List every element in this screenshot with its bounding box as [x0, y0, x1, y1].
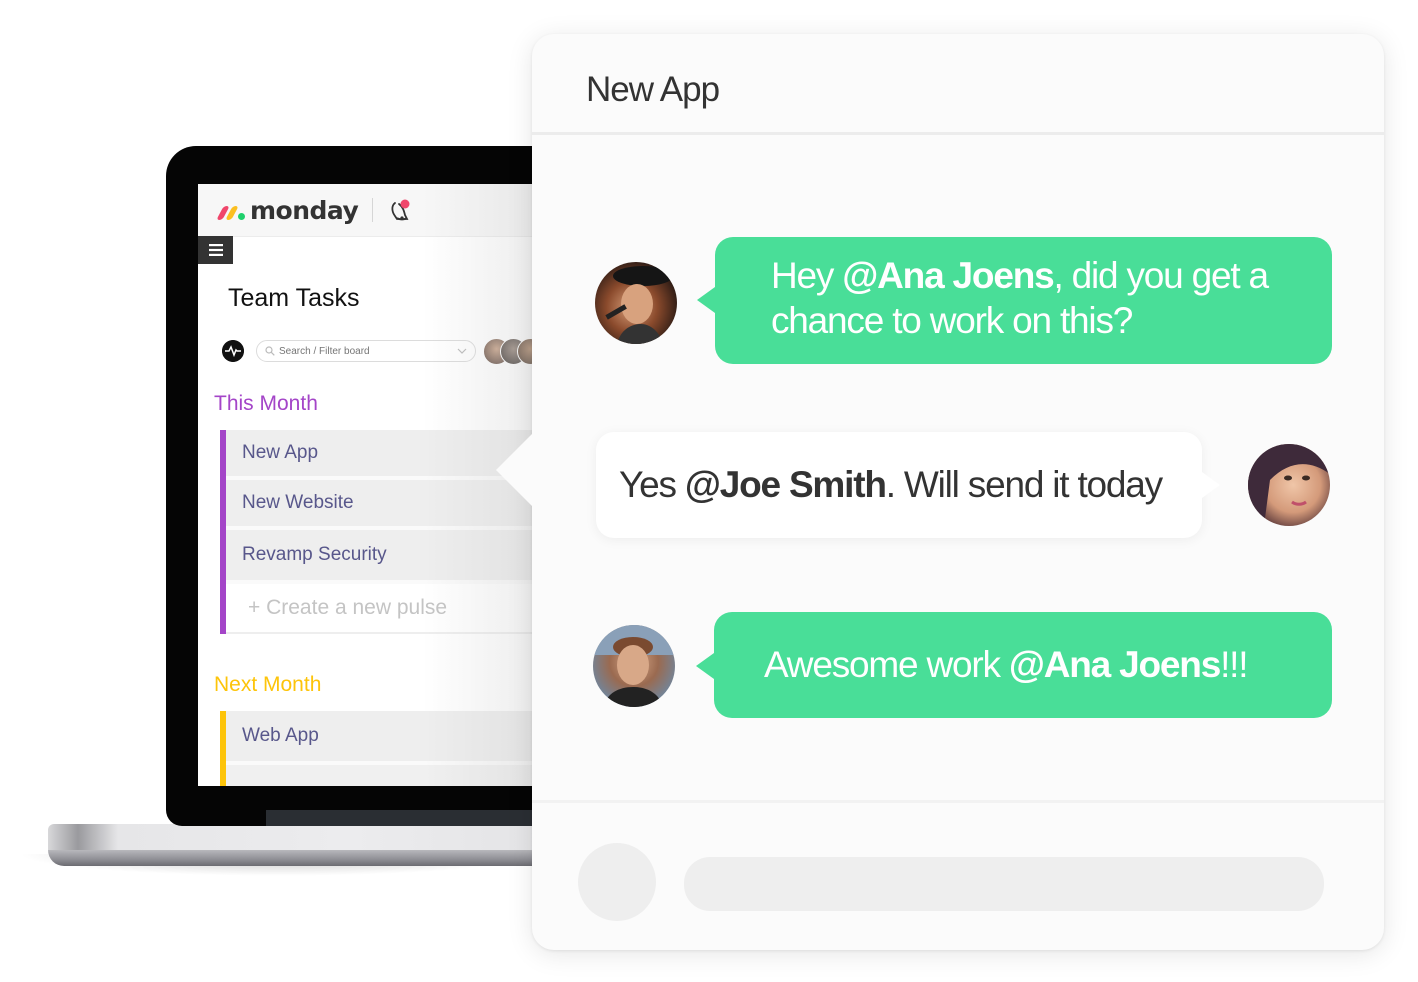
composer-area	[532, 800, 1384, 953]
task-name: New Website	[242, 492, 354, 513]
bubble-tail	[696, 653, 714, 679]
board-title: Team Tasks	[228, 284, 360, 312]
create-pulse-label: + Create a new pulse	[248, 596, 448, 619]
bubble-tail	[697, 287, 715, 313]
laptop-hinge	[266, 810, 546, 826]
group-this-month: New App New Website Revamp Security + Cr…	[220, 430, 543, 634]
chevron-down-icon[interactable]	[457, 346, 467, 356]
message-bubble[interactable]: Yes @Joe Smith. Will send it today	[596, 432, 1202, 538]
avatar-photo	[1248, 444, 1330, 526]
search-input[interactable]	[279, 345, 449, 357]
message-text: Yes	[619, 464, 685, 505]
group-title-this-month[interactable]: This Month	[214, 392, 318, 416]
message-text: !!!	[1220, 644, 1248, 685]
avatar-photo	[593, 625, 675, 707]
task-name: New App	[242, 442, 319, 463]
message-text: Hey	[771, 255, 843, 296]
bell-icon[interactable]	[388, 198, 414, 224]
laptop-lip	[48, 850, 548, 866]
panel-header: New App	[532, 34, 1384, 135]
message-text: Awesome work	[764, 644, 1009, 685]
group-title-next-month[interactable]: Next Month	[214, 673, 321, 697]
composer-avatar-placeholder	[578, 843, 656, 921]
message-bubble[interactable]: Awesome work @Ana Joens!!!	[714, 612, 1332, 718]
brand-name: monday	[250, 196, 359, 225]
monday-app-screen: monday Team Tasks Search / Filter board …	[198, 184, 543, 786]
header-divider	[372, 198, 373, 222]
activity-pulse-icon[interactable]	[222, 340, 244, 362]
search-icon	[265, 346, 275, 356]
group-next-month: Web App	[220, 711, 543, 786]
avatar-joe-smith[interactable]	[595, 262, 677, 344]
avatar-ana-joens[interactable]	[1248, 444, 1330, 526]
search-filter-board[interactable]	[256, 340, 476, 362]
panel-pointer	[496, 432, 534, 508]
hamburger-icon	[208, 244, 223, 256]
monday-logo-mark	[216, 200, 248, 222]
mention[interactable]: @Joe Smith	[685, 464, 887, 505]
app-header: monday	[198, 184, 543, 237]
avatar-photo	[605, 266, 673, 344]
mention[interactable]: @Ana Joens	[1009, 644, 1221, 685]
updates-panel: New App Hey @Ana Joens, did you get a ch…	[532, 34, 1384, 950]
laptop-base	[18, 824, 548, 876]
bubble-tail	[1202, 472, 1220, 498]
avatar-teammate[interactable]	[593, 625, 675, 707]
laptop-deck	[48, 824, 548, 850]
task-name: Revamp Security	[242, 544, 387, 565]
mention[interactable]: @Ana Joens	[842, 255, 1054, 296]
board-members[interactable]	[483, 338, 543, 365]
hamburger-menu-button[interactable]	[198, 236, 233, 264]
task-row[interactable]: Web App	[226, 711, 543, 765]
task-name: Web App	[242, 725, 319, 746]
message-text: . Will send it today	[885, 464, 1163, 505]
task-row[interactable]: Revamp Security	[226, 530, 543, 584]
monday-logo[interactable]: monday	[216, 196, 359, 225]
reply-input[interactable]	[684, 857, 1324, 911]
message-bubble[interactable]: Hey @Ana Joens, did you get a chance to …	[715, 237, 1332, 364]
task-row[interactable]	[226, 765, 543, 786]
panel-title: New App	[586, 70, 720, 109]
create-pulse-input[interactable]: + Create a new pulse	[226, 584, 543, 634]
